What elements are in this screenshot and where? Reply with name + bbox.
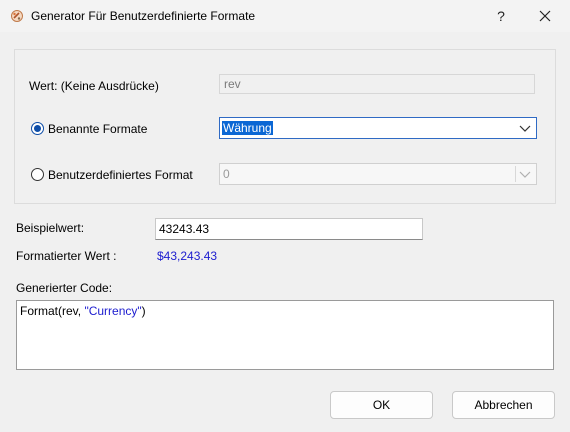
- cancel-button[interactable]: Abbrechen: [452, 391, 555, 419]
- title-bar: Generator Für Benutzerdefinierte Formate…: [0, 0, 570, 32]
- named-formats-radio[interactable]: [31, 122, 44, 135]
- generated-code-box[interactable]: Format(rev, "Currency"): [16, 300, 554, 370]
- custom-format-dropdown[interactable]: 0: [219, 163, 537, 185]
- formatted-value: $43,243.43: [157, 249, 218, 263]
- sample-value-label: Beispielwert:: [16, 221, 85, 235]
- help-icon: ?: [497, 8, 505, 24]
- sample-value-input[interactable]: 43243.43: [155, 218, 423, 240]
- chevron-down-icon: [519, 171, 531, 178]
- chevron-down-icon: [519, 125, 531, 132]
- value-field: rev: [219, 74, 535, 94]
- ok-button[interactable]: OK: [330, 391, 433, 419]
- format-generator-icon: [11, 10, 23, 22]
- named-formats-label[interactable]: Benannte Formate: [48, 122, 147, 136]
- close-icon: [539, 10, 551, 22]
- named-formats-dropdown[interactable]: Währung: [219, 117, 537, 139]
- generated-code-label: Generierter Code:: [16, 281, 113, 295]
- window-title: Generator Für Benutzerdefinierte Formate: [31, 9, 256, 23]
- code-suffix: ): [141, 304, 146, 318]
- code-prefix: Format(rev,: [20, 304, 85, 318]
- custom-format-radio[interactable]: [31, 168, 44, 181]
- code-string: "Currency": [84, 304, 142, 318]
- custom-format-value: 0: [223, 167, 230, 181]
- custom-format-label[interactable]: Benutzerdefiniertes Format: [48, 168, 193, 182]
- named-formats-selected: Währung: [222, 121, 273, 135]
- value-label: Wert: (Keine Ausdrücke): [29, 79, 159, 93]
- help-button[interactable]: ?: [478, 0, 524, 32]
- formatted-value-label: Formatierter Wert :: [16, 249, 117, 263]
- close-button[interactable]: [522, 0, 568, 32]
